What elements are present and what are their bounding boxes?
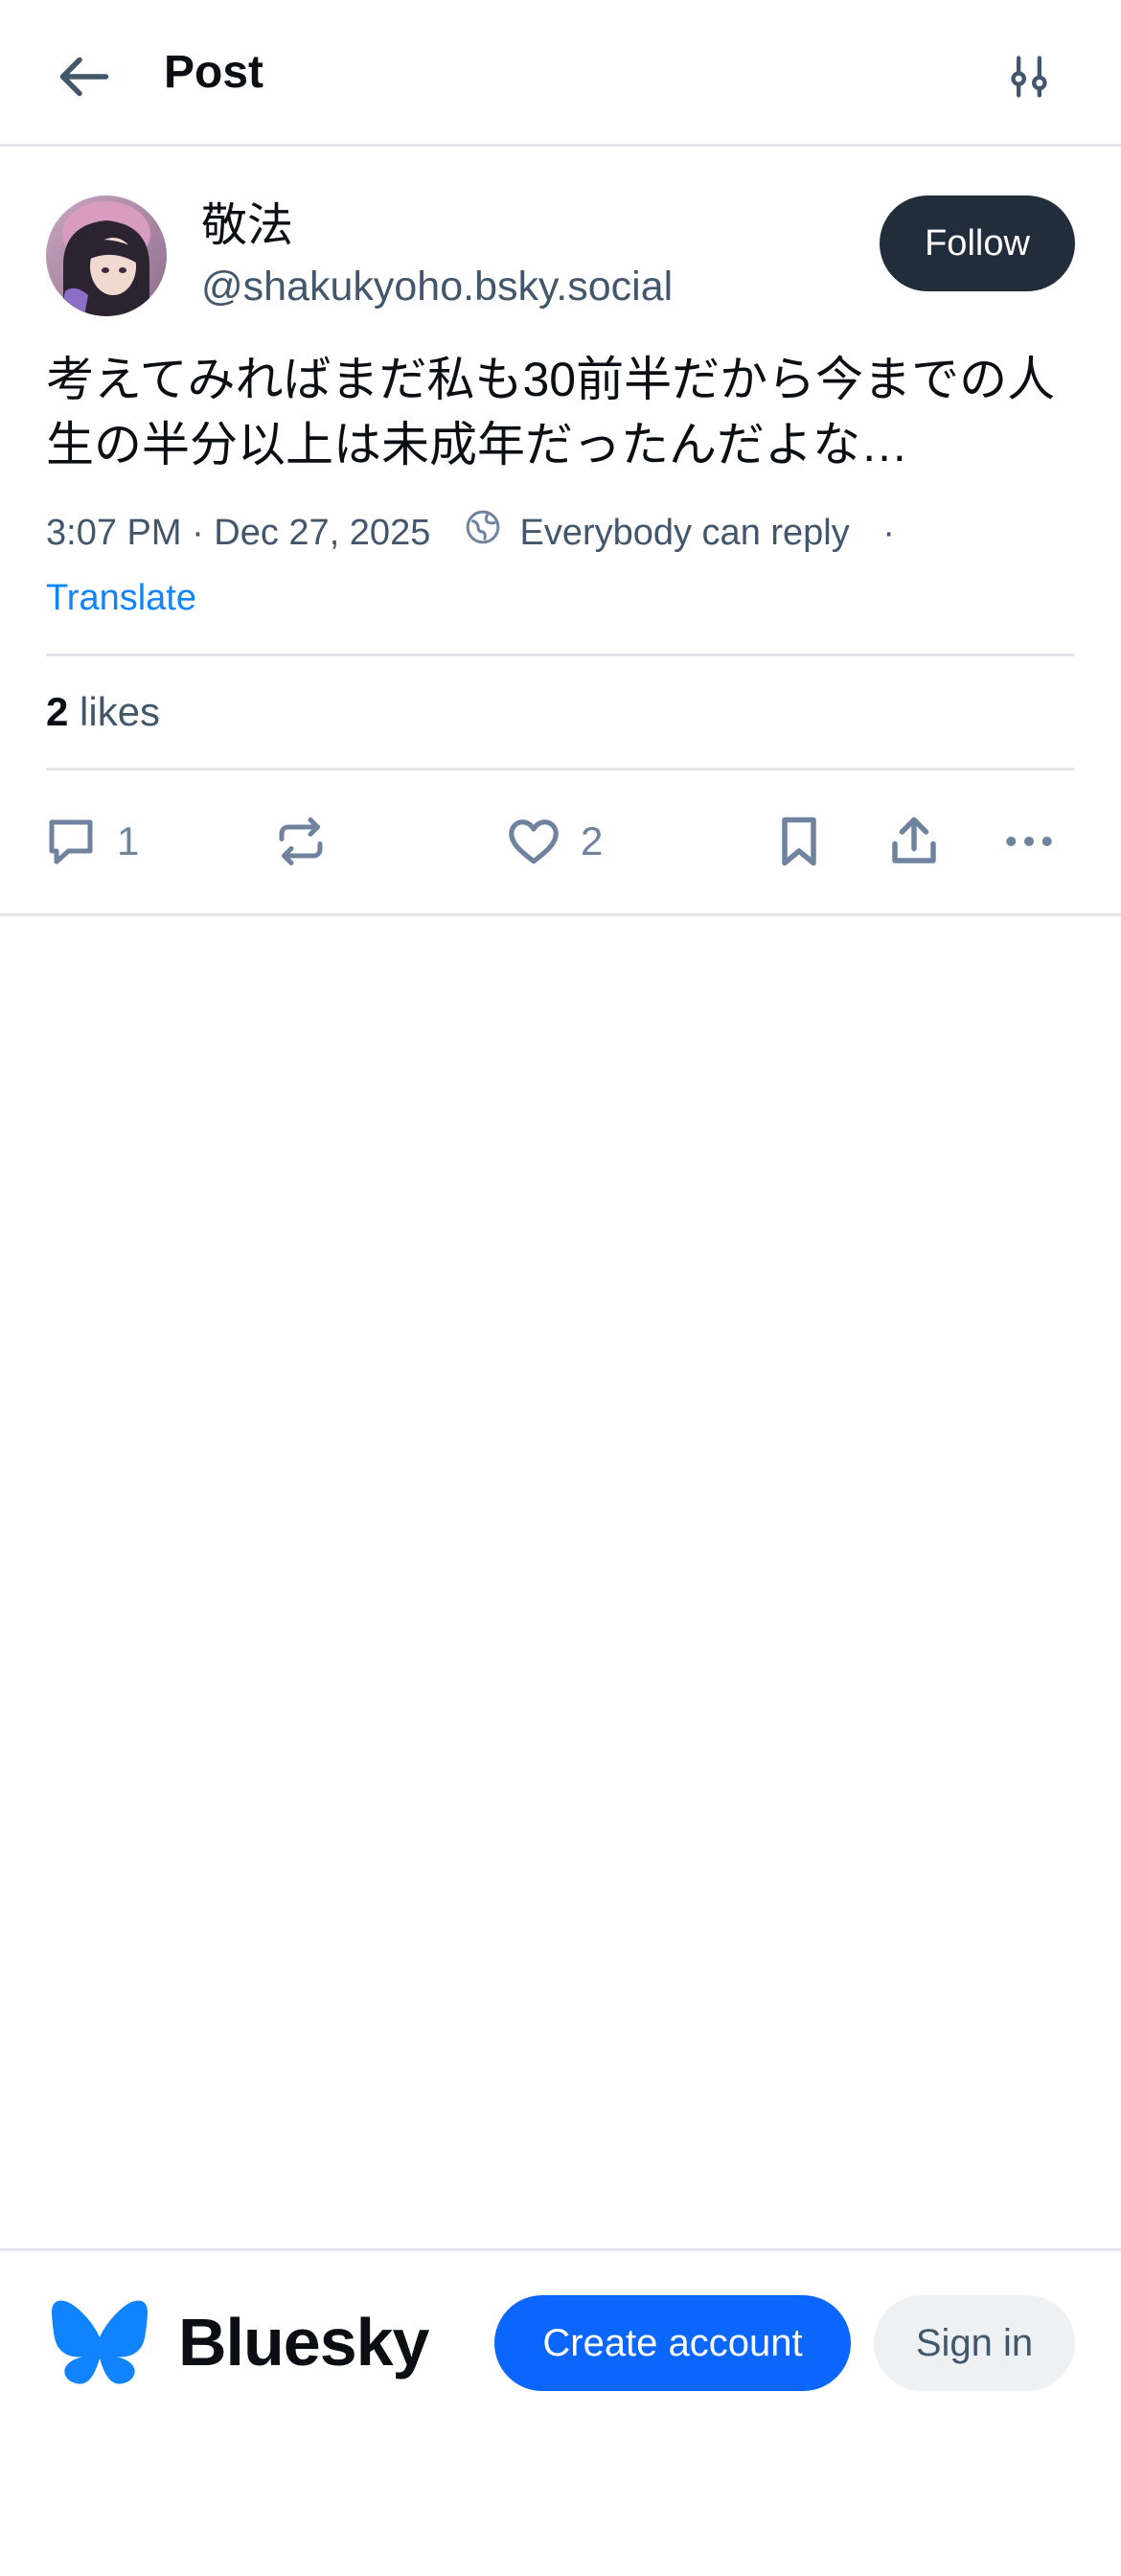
translate-link[interactable]: Translate	[46, 571, 196, 625]
more-horizontal-icon	[1006, 837, 1052, 846]
bookmark-icon	[782, 816, 816, 866]
arrow-left-icon	[59, 57, 109, 97]
signup-footer: Bluesky Create account Sign in	[0, 2248, 1121, 2576]
reply-button[interactable]: 1	[42, 803, 139, 880]
follow-button[interactable]: Follow	[880, 196, 1075, 291]
share-icon	[892, 816, 936, 863]
post-actions: 1 2	[0, 803, 1121, 880]
reply-setting[interactable]: Everybody can reply	[519, 513, 849, 553]
likes-summary[interactable]: 2 likes	[46, 683, 160, 741]
page-title: Post	[164, 47, 264, 98]
post-page: Post 敬法 @shakukyoho.bsky.social Follow 考…	[0, 0, 1121, 2576]
sign-in-button[interactable]: Sign in	[874, 2295, 1075, 2391]
share-button[interactable]	[885, 803, 943, 880]
like-count: 2	[581, 818, 604, 863]
post-text: 考えてみればまだ私も30前半だから今までの人生の半分以上は未成年だったんだよな…	[46, 353, 1056, 472]
sliders-icon	[1011, 56, 1047, 98]
meta-separator: ·	[882, 513, 895, 553]
divider	[46, 654, 1075, 656]
back-button[interactable]	[50, 42, 119, 111]
post-timestamp[interactable]: 3:07 PM · Dec 27, 2025	[46, 513, 430, 553]
heart-icon	[509, 819, 559, 864]
author-handle[interactable]: @shakukyoho.bsky.social	[201, 259, 673, 314]
more-options-button[interactable]	[1000, 803, 1058, 880]
like-button[interactable]: 2	[504, 803, 603, 880]
likes-label: likes	[80, 689, 161, 734]
butterfly-icon	[52, 2300, 148, 2384]
comment-icon	[49, 819, 93, 864]
top-bar: Post	[0, 0, 1121, 147]
section-divider	[0, 913, 1121, 916]
bluesky-logo[interactable]: Bluesky	[52, 2299, 429, 2385]
bookmark-button[interactable]	[770, 803, 828, 880]
repost-button[interactable]	[272, 803, 330, 880]
globe-icon	[464, 508, 502, 562]
repost-icon	[279, 817, 323, 865]
divider	[46, 768, 1075, 770]
likes-count: 2	[46, 689, 69, 734]
avatar[interactable]	[46, 196, 167, 316]
post-meta: 3:07 PM · Dec 27, 2025 Everybody can rep…	[46, 506, 895, 562]
reply-count: 1	[117, 818, 140, 863]
create-account-button[interactable]: Create account	[494, 2295, 851, 2391]
thread-settings-button[interactable]	[995, 42, 1064, 111]
brand-name: Bluesky	[178, 2305, 429, 2380]
author-display-name[interactable]: 敬法	[201, 197, 293, 255]
